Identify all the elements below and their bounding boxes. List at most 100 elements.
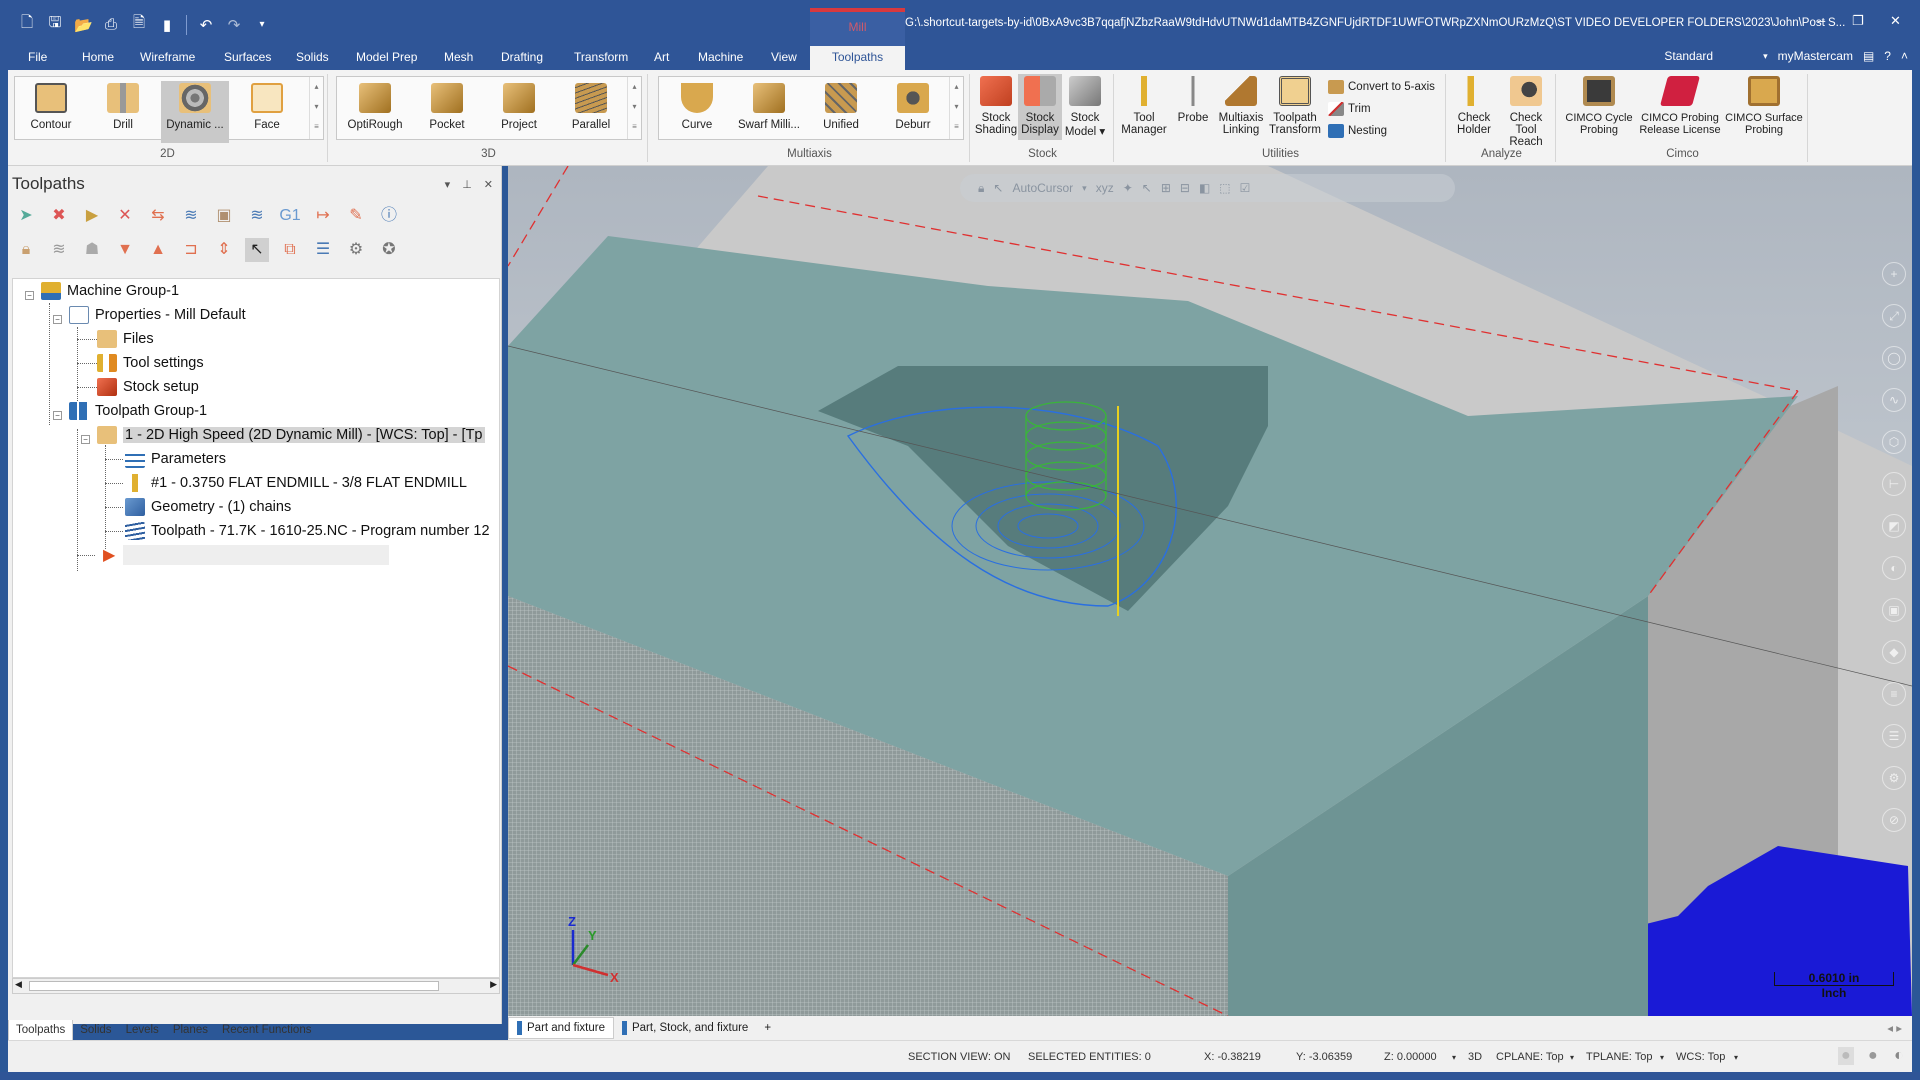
window-select-icon[interactable]: ⬚ bbox=[1219, 181, 1230, 195]
simulate-icon[interactable]: ≋ bbox=[245, 204, 269, 228]
menu-solids[interactable]: Solids bbox=[296, 50, 329, 64]
tree-tool[interactable]: #1 - 0.3750 FLAT ENDMILL - 3/8 FLAT ENDM… bbox=[125, 472, 467, 494]
probe-button[interactable]: Probe bbox=[1172, 74, 1214, 140]
wcs-select[interactable]: WCS: Top bbox=[1676, 1051, 1725, 1063]
menu-machine[interactable]: Machine bbox=[698, 50, 743, 64]
chevron-down-icon[interactable]: ▾ bbox=[1660, 1053, 1664, 1062]
graphics-viewport[interactable]: 🔒︎ ↖ AutoCursor ▾ xyz ✦ ↖ ⊞ ⊟ ◧ ⬚ ☑ + ⤢ … bbox=[508, 166, 1912, 1016]
trim-button[interactable]: Trim bbox=[1328, 102, 1371, 116]
tree-toolpath[interactable]: Toolpath - 71.7K - 1610-25.NC - Program … bbox=[125, 520, 490, 542]
swarf-milling-button[interactable]: Swarf Milli... bbox=[735, 81, 803, 143]
print-icon[interactable]: ⎙ bbox=[102, 16, 120, 33]
collapse-ribbon-icon[interactable]: ˄ bbox=[1901, 49, 1908, 63]
scroll-thumb[interactable] bbox=[29, 981, 439, 991]
material-icon[interactable]: ● bbox=[1868, 1047, 1878, 1065]
menu-toolpaths[interactable]: Toolpaths bbox=[810, 46, 905, 70]
level-icon[interactable]: ≡ bbox=[1882, 682, 1906, 706]
section-icon[interactable]: ◩ bbox=[1882, 514, 1906, 538]
menu-view[interactable]: View bbox=[771, 50, 797, 64]
menu-transform[interactable]: Transform bbox=[574, 50, 628, 64]
stock-model-button[interactable]: Stock Model ▾ bbox=[1062, 74, 1108, 140]
deburr-button[interactable]: Deburr bbox=[879, 81, 947, 143]
verify-selection-icon[interactable]: ☑ bbox=[1240, 181, 1251, 195]
clear-icon[interactable]: ⊘ bbox=[1882, 808, 1906, 832]
contour-button[interactable]: Contour bbox=[17, 81, 85, 143]
convert-5axis-button[interactable]: Convert to 5-axis bbox=[1328, 80, 1435, 94]
cplane-select[interactable]: CPLANE: Top bbox=[1496, 1051, 1564, 1063]
optirough-button[interactable]: OptiRough bbox=[341, 81, 409, 143]
tree-stock-setup[interactable]: Stock setup bbox=[97, 376, 199, 398]
regen-selected-icon[interactable]: ▶ bbox=[80, 204, 104, 228]
tool-manager-button[interactable]: Tool Manager bbox=[1118, 74, 1170, 140]
curve-button[interactable]: Curve bbox=[663, 81, 731, 143]
measure-icon[interactable]: ⊢ bbox=[1882, 472, 1906, 496]
project-button[interactable]: Project bbox=[485, 81, 553, 143]
menu-home[interactable]: Home bbox=[82, 50, 114, 64]
shading-icon[interactable]: ◐ bbox=[1882, 556, 1906, 580]
merge-icon[interactable]: ▮ bbox=[158, 16, 176, 34]
high-feed-icon[interactable]: ↦ bbox=[311, 204, 335, 228]
horizontal-scrollbar[interactable]: ◀ ▶ bbox=[12, 978, 500, 994]
menu-surfaces[interactable]: Surfaces bbox=[224, 50, 271, 64]
scroll-left-icon[interactable]: ◀ bbox=[15, 979, 22, 990]
minimize-button[interactable]: ‒ bbox=[1818, 13, 1825, 28]
post-icon[interactable]: G1 bbox=[278, 204, 302, 228]
undo-icon[interactable]: ↶ bbox=[197, 16, 215, 34]
add-view-tab-button[interactable]: + bbox=[756, 1019, 779, 1037]
face-button[interactable]: Face bbox=[233, 81, 301, 143]
lock-icon[interactable]: 🔒︎ bbox=[978, 181, 984, 196]
close-icon[interactable]: ✕ bbox=[484, 178, 493, 191]
save-as-icon[interactable]: 🗎 bbox=[130, 12, 148, 37]
scroll-arrow-icon[interactable]: ⇕ bbox=[212, 238, 236, 262]
ghost-icon[interactable]: ☗ bbox=[80, 238, 104, 262]
single-selection-icon[interactable]: ↖ bbox=[245, 238, 269, 262]
select-all-icon[interactable]: ➤ bbox=[14, 204, 38, 228]
view-tab-part-stock-fixture[interactable]: Part, Stock, and fixture bbox=[614, 1018, 756, 1038]
gallery-scroll[interactable]: ▴ ▾ ≡ bbox=[627, 77, 641, 139]
section-view-status[interactable]: SECTION VIEW: ON bbox=[908, 1051, 1010, 1063]
menu-wireframe[interactable]: Wireframe bbox=[140, 50, 195, 64]
open-icon[interactable]: 📂 bbox=[74, 16, 93, 34]
new-file-icon[interactable]: 🗋 bbox=[18, 12, 36, 37]
restore-button[interactable]: ❐ bbox=[1852, 13, 1864, 29]
settings-icon[interactable]: ⚙ bbox=[1882, 766, 1906, 790]
menu-file[interactable]: File bbox=[28, 50, 47, 64]
expander[interactable]: − bbox=[53, 411, 62, 420]
view-tab-part-and-fixture[interactable]: Part and fixture bbox=[508, 1017, 614, 1039]
save-icon[interactable]: 🖫 bbox=[46, 12, 64, 37]
filter-icon[interactable]: ⊟ bbox=[1180, 181, 1190, 195]
view-cube-icon[interactable]: ⬡ bbox=[1882, 430, 1906, 454]
color-icon[interactable]: ◆ bbox=[1882, 640, 1906, 664]
insert-arrow-icon[interactable]: ⊐ bbox=[179, 238, 203, 262]
zoom-in-icon[interactable]: + bbox=[1882, 262, 1906, 286]
machine-icon[interactable]: ⚙ bbox=[344, 238, 368, 262]
pocket-button[interactable]: Pocket bbox=[413, 81, 481, 143]
check-holder-button[interactable]: Check Holder bbox=[1450, 74, 1498, 140]
cimco-surface-probing-button[interactable]: CIMCO Surface Probing bbox=[1724, 74, 1804, 140]
toolpath-transform-button[interactable]: Toolpath Transform bbox=[1268, 74, 1322, 140]
tplane-select[interactable]: TPLANE: Top bbox=[1586, 1051, 1652, 1063]
tree-machine-group[interactable]: Machine Group-1 bbox=[41, 280, 179, 302]
menu-art[interactable]: Art bbox=[654, 50, 669, 64]
menu-drafting[interactable]: Drafting bbox=[501, 50, 543, 64]
drill-button[interactable]: Drill bbox=[89, 81, 157, 143]
chain-icon[interactable]: ⊞ bbox=[1161, 181, 1171, 195]
expander[interactable]: − bbox=[81, 435, 90, 444]
shaded-icon[interactable]: ● bbox=[1838, 1047, 1854, 1065]
tree-files[interactable]: Files bbox=[97, 328, 154, 350]
tool-ops-icon[interactable]: ✪ bbox=[377, 238, 401, 262]
parallel-button[interactable]: Parallel bbox=[557, 81, 625, 143]
workspace-select[interactable]: Standard bbox=[1664, 49, 1713, 63]
account-link[interactable]: myMastercam bbox=[1778, 49, 1853, 63]
stock-display-button[interactable]: Stock Display bbox=[1018, 74, 1062, 140]
tab-nav-icon[interactable]: ◂ ▸ bbox=[1887, 1021, 1912, 1035]
tree-toolpath-group[interactable]: Toolpath Group-1 bbox=[69, 400, 207, 422]
tree-properties[interactable]: Properties - Mill Default bbox=[69, 304, 246, 326]
toggle-posting-icon[interactable]: ⇆ bbox=[146, 204, 170, 228]
autocursor-icon[interactable]: ↖ bbox=[993, 181, 1003, 195]
tree-geometry[interactable]: Geometry - (1) chains bbox=[125, 496, 291, 518]
stock-icon[interactable]: ▣ bbox=[1882, 598, 1906, 622]
tree-operation-1[interactable]: 1 - 2D High Speed (2D Dynamic Mill) - [W… bbox=[97, 424, 485, 446]
check-tool-reach-button[interactable]: Check Tool Reach bbox=[1498, 74, 1554, 148]
mill-context-tab[interactable]: Mill bbox=[810, 8, 905, 46]
